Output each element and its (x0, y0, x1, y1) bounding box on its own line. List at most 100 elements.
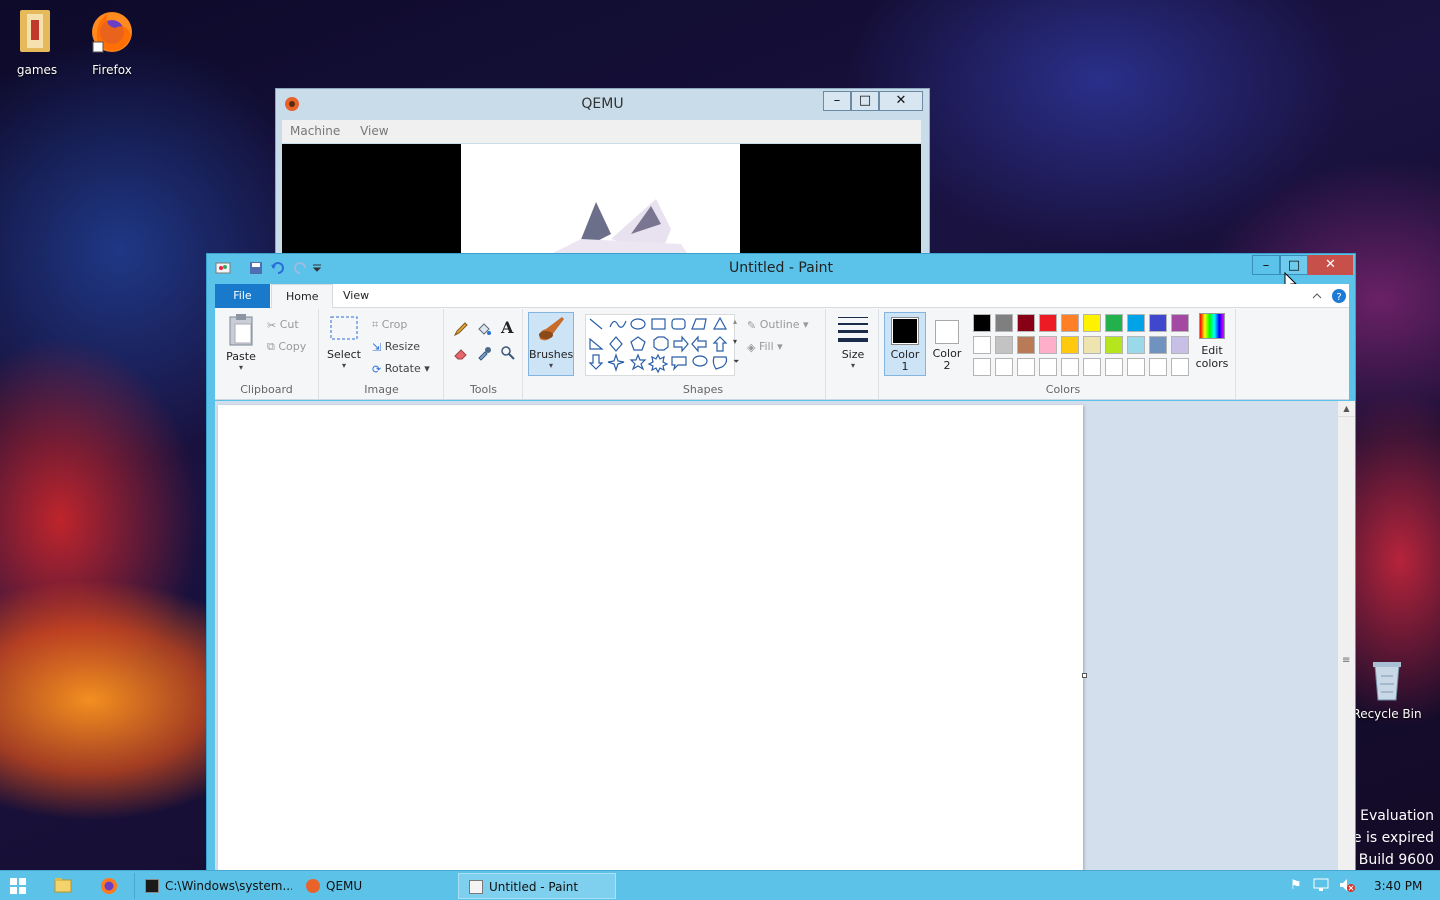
vertical-scrollbar[interactable]: ▲ ≡ (1337, 401, 1355, 871)
color1-button[interactable]: Color 1 (884, 312, 926, 376)
shapes-scroll-up-icon[interactable]: ▴ (733, 317, 737, 326)
palette-swatch[interactable] (1171, 314, 1189, 332)
scroll-grip-icon[interactable]: ≡ (1342, 655, 1350, 666)
palette-swatch[interactable] (1171, 358, 1189, 376)
palette-swatch[interactable] (995, 336, 1013, 354)
windows-watermark: l Evaluation e is expired Build 9600 (1352, 805, 1434, 871)
volume-icon[interactable] (1338, 877, 1356, 896)
palette-swatch[interactable] (1083, 358, 1101, 376)
palette-swatch[interactable] (1017, 358, 1035, 376)
fill-bucket-icon[interactable] (476, 321, 492, 337)
tab-view[interactable]: View (329, 284, 383, 308)
palette-swatch[interactable] (1039, 358, 1057, 376)
help-icon[interactable]: ? (1331, 288, 1347, 304)
collapse-ribbon-icon[interactable] (1312, 292, 1322, 300)
cut-button[interactable]: ✂ Cut (267, 318, 299, 332)
start-button[interactable] (10, 878, 26, 897)
brushes-group: Brushes ▾ (524, 309, 580, 399)
qemu-window[interactable]: QEMU – □ ✕ Machine View (275, 88, 930, 259)
palette-swatch[interactable] (1105, 314, 1123, 332)
drawing-canvas[interactable] (218, 405, 1083, 871)
network-icon[interactable] (1313, 877, 1329, 896)
text-tool-icon[interactable]: A (501, 318, 513, 337)
palette-swatch[interactable] (973, 336, 991, 354)
copy-button[interactable]: ⧉ Copy (267, 340, 306, 354)
palette-swatch[interactable] (1127, 358, 1145, 376)
qemu-minimize-button[interactable]: – (823, 91, 851, 111)
palette-swatch[interactable] (995, 358, 1013, 376)
palette-swatch[interactable] (1039, 336, 1057, 354)
desktop-icon-label: Firefox (92, 63, 132, 77)
palette-swatch[interactable] (1105, 358, 1123, 376)
resize-button[interactable]: ⇲ Resize (372, 340, 420, 354)
canvas-resize-handle[interactable] (1082, 673, 1087, 678)
taskbar: C:\Windows\system... QEMU Untitled - Pai… (0, 870, 1440, 900)
qemu-display[interactable] (282, 144, 921, 259)
paint-window[interactable]: Untitled - Paint – □ ✕ File Home View ? … (206, 253, 1356, 873)
palette-swatch[interactable] (1061, 336, 1079, 354)
edit-colors-button[interactable]: Edit colors (1192, 313, 1232, 370)
taskbar-item-qemu[interactable]: QEMU (296, 873, 454, 899)
clock[interactable]: 3:40 PM (1374, 879, 1422, 893)
action-center-flag-icon[interactable]: ⚑ (1290, 878, 1302, 893)
color-picker-icon[interactable] (476, 345, 492, 361)
palette-swatch[interactable] (995, 314, 1013, 332)
scroll-up-icon[interactable]: ▲ (1338, 401, 1355, 417)
shapes-gallery-icons (588, 316, 728, 374)
paint-minimize-button[interactable]: – (1252, 255, 1280, 275)
palette-swatch[interactable] (1127, 336, 1145, 354)
shapes-expand-icon[interactable]: ⏷ (733, 357, 739, 367)
taskbar-item-paint[interactable]: Untitled - Paint (458, 873, 616, 899)
tab-home[interactable]: Home (271, 284, 334, 308)
firefox-icon (92, 12, 132, 53)
brushes-button[interactable]: Brushes ▾ (528, 312, 574, 376)
palette-swatch[interactable] (1017, 314, 1035, 332)
palette-swatch[interactable] (1061, 358, 1079, 376)
desktop-icon-recycle-bin[interactable]: Recycle Bin (1352, 656, 1422, 721)
fill-icon: ◈ (747, 340, 756, 354)
palette-swatch[interactable] (973, 358, 991, 376)
qemu-title-bar[interactable]: QEMU – □ ✕ (276, 89, 929, 119)
palette-swatch[interactable] (1061, 314, 1079, 332)
paint-close-button[interactable]: ✕ (1308, 255, 1353, 275)
firefox-pinned[interactable] (100, 877, 118, 898)
palette-swatch[interactable] (1017, 336, 1035, 354)
palette-swatch[interactable] (1149, 336, 1167, 354)
tab-file[interactable]: File (215, 284, 270, 308)
palette-swatch[interactable] (1083, 314, 1101, 332)
palette-swatch[interactable] (1039, 314, 1057, 332)
rotate-button[interactable]: ⟳ Rotate ▾ (372, 362, 430, 376)
pencil-icon[interactable] (453, 321, 469, 337)
palette-swatch[interactable] (1149, 358, 1167, 376)
paint-title-bar[interactable]: Untitled - Paint – □ ✕ (207, 254, 1355, 293)
palette-swatch[interactable] (1149, 314, 1167, 332)
taskbar-item-cmd[interactable]: C:\Windows\system... (134, 873, 292, 899)
fill-button[interactable]: ◈ Fill ▾ (747, 340, 783, 354)
speaker-muted-icon (1340, 879, 1355, 892)
image-group: Select ▾ ⌗ Crop ⇲ Resize ⟳ Rotate ▾ Imag… (320, 309, 444, 399)
size-button[interactable]: Size ▾ (833, 313, 873, 370)
folder-icon (54, 878, 72, 893)
palette-swatch[interactable] (1083, 336, 1101, 354)
qemu-menu-machine[interactable]: Machine (290, 124, 340, 138)
palette-swatch[interactable] (1171, 336, 1189, 354)
eraser-icon[interactable] (453, 345, 469, 361)
shapes-gallery[interactable] (585, 314, 735, 376)
qemu-menu-view[interactable]: View (360, 124, 388, 138)
palette-swatch[interactable] (973, 314, 991, 332)
select-button[interactable]: Select ▾ (326, 313, 362, 370)
canvas-area[interactable] (215, 401, 1337, 871)
file-explorer-pinned[interactable] (54, 877, 72, 896)
palette-swatch[interactable] (1105, 336, 1123, 354)
palette-swatch[interactable] (1127, 314, 1145, 332)
outline-button[interactable]: ✎ Outline ▾ (747, 318, 809, 332)
desktop-icon-firefox[interactable]: Firefox (77, 6, 147, 77)
crop-button[interactable]: ⌗ Crop (372, 318, 407, 332)
desktop-icon-games[interactable]: games (2, 6, 72, 77)
qemu-close-button[interactable]: ✕ (879, 91, 923, 111)
magnifier-icon[interactable] (500, 345, 516, 361)
color2-button[interactable]: Color 2 (929, 312, 965, 376)
shapes-scroll-down-icon[interactable]: ▾ (733, 337, 737, 346)
qemu-maximize-button[interactable]: □ (851, 91, 879, 111)
paste-button[interactable]: Paste ▾ (221, 313, 261, 375)
